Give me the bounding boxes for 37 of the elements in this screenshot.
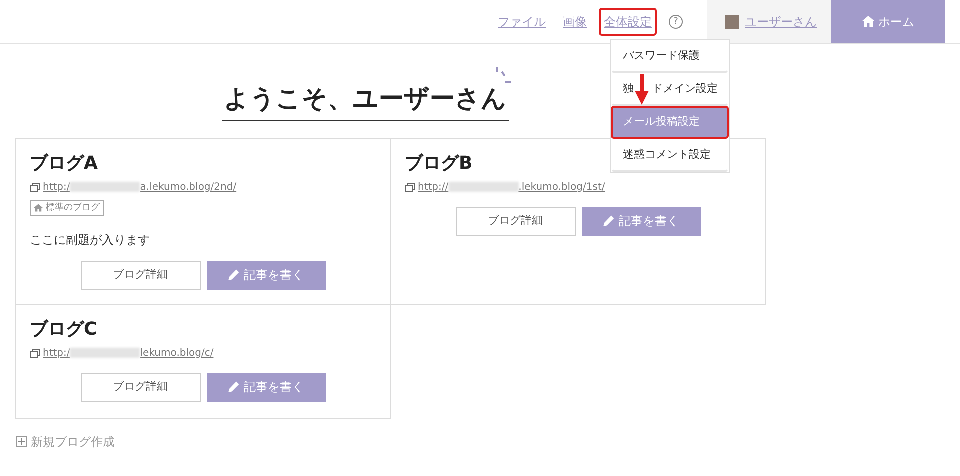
blurred-area — [70, 182, 140, 192]
blog-subtitle: ここに副題が入ります — [30, 232, 151, 248]
blog-url[interactable]: http:/ lekumo.blog/c/ — [43, 346, 214, 360]
help-icon[interactable]: ? — [669, 14, 683, 28]
window-icon — [30, 182, 40, 192]
menu-item[interactable]: メール投稿設定 — [611, 106, 729, 139]
blog-title: ブログB — [405, 152, 473, 174]
avatar-placeholder — [725, 14, 739, 28]
window-icon — [30, 348, 40, 358]
nav-link[interactable]: 画像 — [558, 8, 592, 36]
annotation-arrow — [635, 74, 649, 105]
blog-details-button[interactable]: ブログ詳細 — [456, 206, 576, 236]
blog-details-button[interactable]: ブログ詳細 — [80, 372, 200, 402]
plus-icon[interactable] — [16, 436, 27, 447]
pencil-icon — [228, 381, 240, 393]
blurred-area — [70, 348, 140, 358]
blog-title: ブログA — [30, 152, 98, 174]
blurred-area — [448, 182, 519, 192]
blog-url[interactable]: http:/ a.lekumo.blog/2nd/ — [43, 180, 237, 194]
blog-title: ブログC — [30, 318, 98, 340]
blog-url[interactable]: http:// .lekumo.blog/1st/ — [418, 180, 606, 194]
write-post-button[interactable]: 記事を書く — [582, 206, 700, 236]
home-button[interactable]: ホーム — [831, 0, 945, 43]
home-icon — [862, 16, 874, 27]
pencil-icon — [603, 215, 615, 227]
pencil-icon — [228, 269, 240, 281]
blog-details-button[interactable]: ブログ詳細 — [80, 260, 200, 290]
write-post-button[interactable]: 記事を書く — [206, 372, 326, 402]
window-icon — [405, 182, 415, 192]
nav-link[interactable]: 全体設定 — [599, 8, 657, 36]
user-menu[interactable]: ユーザーさん — [707, 0, 831, 43]
nav-link[interactable]: ファイル — [493, 8, 551, 36]
default-blog-tag: 標準のブログ — [30, 200, 104, 216]
new-blog-link[interactable]: 新規ブログ作成 — [31, 432, 115, 450]
write-post-button[interactable]: 記事を書く — [206, 260, 326, 290]
welcome-heading: ようこそ、ユーザーさん — [222, 80, 509, 120]
home-icon — [34, 204, 43, 212]
